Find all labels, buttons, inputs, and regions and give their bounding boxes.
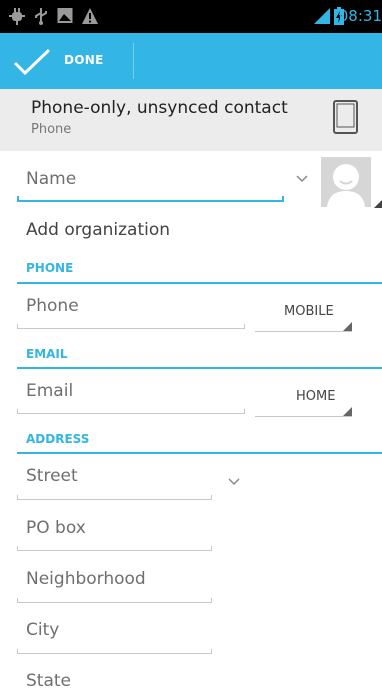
email-section-header: EMAIL: [26, 347, 68, 361]
street-field-underline: [17, 495, 212, 500]
state-field[interactable]: State: [26, 671, 71, 688]
warning-icon: [82, 8, 98, 24]
usb-icon: [35, 8, 47, 25]
image-icon: [57, 8, 73, 23]
chevron-down-icon[interactable]: [295, 174, 309, 184]
done-label: DONE: [64, 53, 104, 67]
email-section-divider: [17, 367, 382, 369]
phone-section-header: PHONE: [26, 261, 74, 275]
phone-type-underline: [255, 331, 352, 332]
contact-photo-icon[interactable]: [321, 157, 371, 207]
name-field[interactable]: Name: [26, 169, 76, 189]
neighborhood-field[interactable]: Neighborhood: [26, 569, 146, 589]
avatar-silhouette-icon: [327, 164, 365, 207]
phone-field[interactable]: Phone: [26, 296, 79, 316]
phone-field-underline: [17, 324, 245, 329]
status-bar: 08:31: [0, 0, 382, 33]
add-organization-button[interactable]: Add organization: [26, 220, 170, 240]
address-section-divider: [17, 452, 382, 454]
address-expand-chevron-icon[interactable]: [227, 477, 241, 487]
email-type-dropdown-indicator: [343, 407, 352, 416]
email-type-underline: [255, 416, 352, 417]
photo-dropdown-indicator: [374, 200, 382, 208]
email-field[interactable]: Email: [26, 381, 73, 401]
neighborhood-field-underline: [17, 598, 212, 603]
action-bar: DONE: [0, 33, 382, 89]
status-time: 08:31: [338, 7, 382, 25]
checkmark-icon: [13, 48, 51, 76]
city-field[interactable]: City: [26, 620, 59, 640]
account-title: Phone-only, unsynced contact: [31, 98, 288, 118]
po-box-field-underline: [17, 546, 212, 551]
email-field-underline: [17, 409, 245, 414]
done-button[interactable]: DONE: [0, 33, 132, 89]
phone-section-divider: [17, 282, 382, 284]
action-bar-divider: [133, 43, 134, 79]
phone-device-icon: [333, 100, 358, 134]
signal-icon: [314, 8, 330, 24]
phone-type-spinner[interactable]: MOBILE: [284, 304, 334, 319]
account-subtitle: Phone: [31, 122, 72, 137]
city-field-underline: [17, 649, 212, 654]
email-type-spinner[interactable]: HOME: [296, 389, 335, 404]
phone-type-dropdown-indicator: [343, 322, 352, 331]
name-field-underline: [17, 196, 284, 202]
street-field[interactable]: Street: [26, 466, 78, 486]
usb-debug-icon: [9, 8, 25, 25]
po-box-field[interactable]: PO box: [26, 518, 86, 538]
address-section-header: ADDRESS: [26, 432, 90, 446]
